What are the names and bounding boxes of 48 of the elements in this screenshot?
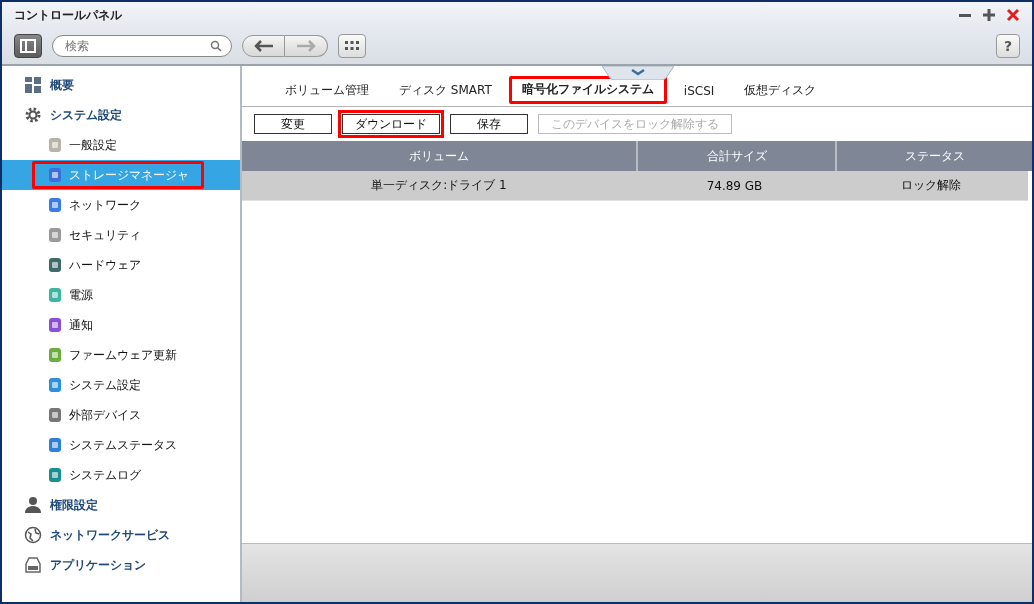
sidebar-item[interactable]: システム設定	[2, 370, 240, 400]
table-cell-text: ロック解除	[899, 177, 962, 194]
sidebar-item[interactable]: ファームウェア更新	[2, 340, 240, 370]
table-row[interactable]: 単一ディスク:ドライブ 1 74.89 GB ロック解除	[242, 171, 1028, 201]
sidebar-item[interactable]: 外部デバイス	[2, 400, 240, 430]
sidebar-toggle-button[interactable]	[14, 34, 42, 58]
close-icon[interactable]	[1006, 8, 1020, 22]
highlight-frame: ストレージマネージャ	[32, 161, 204, 189]
sidebar-section[interactable]: 概要	[2, 70, 240, 100]
sidebar-section[interactable]: ネットワークサービス	[2, 520, 240, 550]
grid-icon	[345, 41, 359, 51]
search-icon	[210, 40, 222, 52]
table-cell-text: 74.89 GB	[705, 177, 764, 195]
person-icon	[24, 496, 42, 514]
tab[interactable]: 仮想ディスク	[731, 76, 830, 106]
sidebar-item[interactable]: セキュリティ	[2, 220, 240, 250]
search-field[interactable]: 検索	[52, 35, 232, 57]
maximize-icon[interactable]	[982, 8, 996, 22]
sidebar-item[interactable]: システムログ	[2, 460, 240, 490]
sidebar-item[interactable]: 通知	[2, 310, 240, 340]
sidebar-section[interactable]: アプリケーション	[2, 550, 240, 580]
tab[interactable]: 暗号化ファイルシステム	[508, 76, 667, 104]
apps-grid-button[interactable]	[338, 34, 366, 58]
back-button[interactable]	[242, 35, 285, 57]
globe-icon	[24, 526, 42, 544]
sidebar-section[interactable]: システム設定	[2, 100, 240, 130]
action-button[interactable]: ダウンロード	[342, 114, 440, 134]
tab[interactable]: iSCSI	[670, 76, 728, 106]
sidebar-item[interactable]: ハードウェア	[2, 250, 240, 280]
sidebar-panel-icon	[20, 39, 36, 53]
collapse-handle[interactable]	[602, 66, 674, 80]
sidebar-item[interactable]: システムステータス	[2, 430, 240, 460]
sidebar-item[interactable]: 一般設定	[2, 130, 240, 160]
grid-icon	[24, 76, 42, 94]
right-arrow-icon	[296, 40, 316, 52]
left-arrow-icon	[253, 40, 274, 52]
action-button[interactable]: 変更	[254, 114, 332, 134]
tab[interactable]: ディスク SMART	[386, 76, 505, 106]
tab[interactable]: ボリューム管理	[272, 76, 382, 106]
window-title: コントロールパネル	[14, 6, 122, 24]
table-cell-text: 単一ディスク:ドライブ 1	[370, 177, 508, 194]
column-header[interactable]: ステータス	[837, 141, 1032, 171]
help-button[interactable]: ?	[996, 34, 1020, 58]
sidebar-item[interactable]: ネットワーク	[2, 190, 240, 220]
sidebar-section[interactable]: 権限設定	[2, 490, 240, 520]
action-button[interactable]: 保存	[450, 114, 528, 134]
sidebar-item[interactable]: 電源	[2, 280, 240, 310]
inbox-icon	[24, 556, 42, 574]
